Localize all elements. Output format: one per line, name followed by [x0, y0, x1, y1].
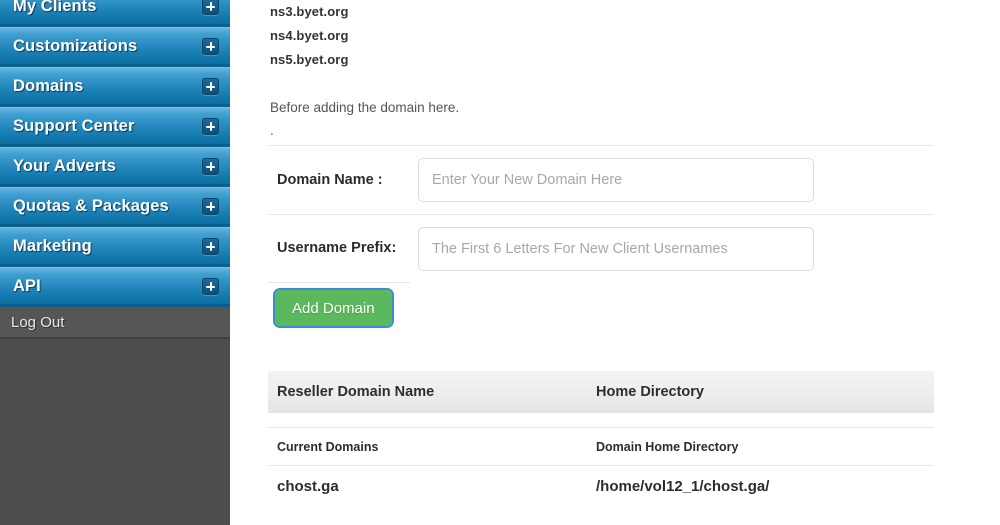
- domain-name-input[interactable]: [418, 158, 814, 202]
- sidebar-item-label: Quotas & Packages: [13, 196, 169, 215]
- add-domain-form: Domain Name : Username Prefix:: [268, 145, 934, 283]
- add-domain-button[interactable]: Add Domain: [273, 288, 394, 328]
- column-header-reseller-domain-name: Reseller Domain Name: [277, 384, 435, 400]
- domain-name-label: Domain Name :: [277, 171, 383, 188]
- sidebar-item-my-clients[interactable]: My Clients: [0, 0, 230, 27]
- sidebar-item-label: Marketing: [13, 236, 92, 255]
- home-directory-value: /home/vol12_1/chost.ga/: [596, 478, 770, 495]
- submit-area: Add Domain: [273, 288, 394, 328]
- column-header-home-directory: Home Directory: [596, 384, 704, 400]
- sidebar-item-label: Customizations: [13, 36, 138, 55]
- sidebar-nav: My Clients Customizations Domains Suppor…: [0, 0, 230, 339]
- table-cell: /home/vol12_1/chost.ga/: [588, 478, 934, 496]
- reseller-control-panel: My Clients Customizations Domains Suppor…: [0, 0, 1000, 525]
- nameserver-entry: ns5.byet.org: [270, 52, 349, 67]
- sidebar-item-label: Your Adverts: [13, 156, 116, 175]
- table-cell: Domain Home Directory: [588, 438, 934, 456]
- nameserver-entry: ns4.byet.org: [270, 28, 349, 43]
- sidebar-item-label: API: [13, 276, 41, 295]
- main-content: ns3.byet.org ns4.byet.org ns5.byet.org B…: [230, 0, 1000, 525]
- sidebar-item-domains[interactable]: Domains: [0, 67, 230, 107]
- plus-icon[interactable]: [202, 277, 219, 295]
- domain-name-field-cell: [410, 146, 934, 215]
- table-cell: Current Domains: [268, 438, 588, 456]
- instruction-text: Before adding the domain here.: [270, 100, 460, 115]
- sidebar-item-marketing[interactable]: Marketing: [0, 227, 230, 267]
- plus-icon[interactable]: [202, 157, 219, 175]
- logout-label: Log Out: [11, 313, 65, 331]
- plus-icon[interactable]: [202, 77, 219, 95]
- reseller-domains-table: Reseller Domain Name Home Directory Curr…: [268, 371, 934, 508]
- table-header-row: Reseller Domain Name Home Directory: [268, 371, 934, 413]
- sidebar-item-customizations[interactable]: Customizations: [0, 27, 230, 67]
- plus-icon[interactable]: [202, 117, 219, 135]
- sidebar-item-label: My Clients: [13, 0, 97, 15]
- plus-icon[interactable]: [202, 37, 219, 55]
- form-row-domain-name: Domain Name :: [268, 145, 934, 215]
- table-row: chost.ga /home/vol12_1/chost.ga/: [268, 466, 934, 508]
- sidebar: My Clients Customizations Domains Suppor…: [0, 0, 230, 525]
- plus-icon[interactable]: [202, 0, 219, 15]
- table-cell: chost.ga: [268, 478, 588, 496]
- sidebar-item-quotas-packages[interactable]: Quotas & Packages: [0, 187, 230, 227]
- table-header-cell: Home Directory: [588, 383, 934, 401]
- domain-name-value: chost.ga: [277, 478, 339, 495]
- username-prefix-label: Username Prefix:: [277, 240, 397, 256]
- sidebar-item-support-center[interactable]: Support Center: [0, 107, 230, 147]
- current-domains-label: Current Domains: [277, 439, 379, 454]
- table-header-cell: Reseller Domain Name: [268, 383, 588, 401]
- sidebar-item-label: Domains: [13, 76, 84, 95]
- sidebar-item-label: Support Center: [13, 116, 135, 135]
- sidebar-item-your-adverts[interactable]: Your Adverts: [0, 147, 230, 187]
- username-prefix-input[interactable]: [418, 227, 814, 271]
- username-prefix-field-cell: [410, 215, 934, 283]
- username-prefix-label-cell: Username Prefix:: [268, 215, 410, 283]
- instruction-text-dot: .: [270, 123, 274, 138]
- plus-icon[interactable]: [202, 237, 219, 255]
- form-row-username-prefix: Username Prefix:: [268, 215, 934, 283]
- domain-home-directory-label: Domain Home Directory: [596, 439, 739, 454]
- table-spacer: [268, 413, 934, 428]
- nameserver-entry: ns3.byet.org: [270, 4, 349, 19]
- table-row: Current Domains Domain Home Directory: [268, 428, 934, 466]
- plus-icon[interactable]: [202, 197, 219, 215]
- sidebar-item-api[interactable]: API: [0, 267, 230, 307]
- domain-name-label-cell: Domain Name :: [268, 146, 410, 215]
- nameserver-list: ns3.byet.org ns4.byet.org ns5.byet.org: [270, 0, 349, 72]
- logout-button[interactable]: Log Out: [0, 307, 230, 339]
